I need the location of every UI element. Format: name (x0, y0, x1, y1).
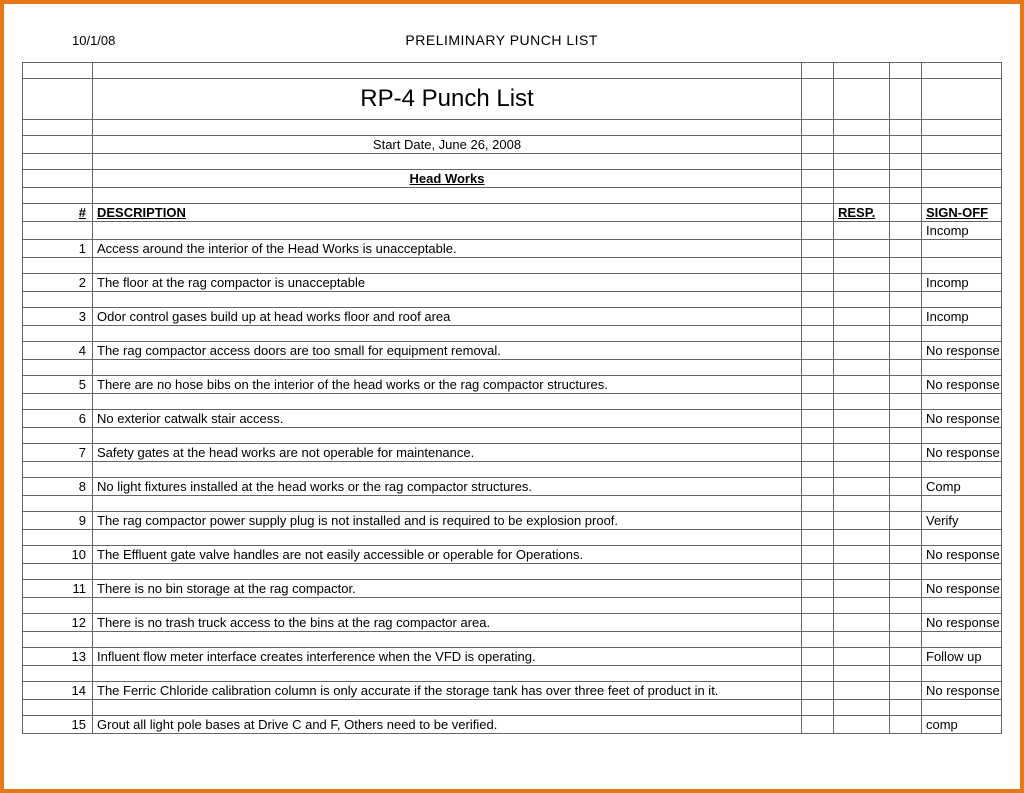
item-number: 14 (23, 682, 93, 700)
item-resp (834, 648, 890, 666)
signoff-status: No response (922, 342, 1002, 360)
item-number: 2 (23, 274, 93, 292)
item-resp (834, 614, 890, 632)
item-number: 1 (23, 240, 93, 258)
item-resp (834, 682, 890, 700)
signoff-status: No response (922, 410, 1002, 428)
signoff-status: No response (922, 580, 1002, 598)
signoff-status: Incomp (922, 274, 1002, 292)
item-resp (834, 274, 890, 292)
item-description: The Effluent gate valve handles are not … (93, 546, 802, 564)
start-date: Start Date, June 26, 2008 (93, 136, 802, 154)
section-heading: Head Works (93, 170, 802, 188)
punch-list-table: RP-4 Punch List Start Date, June 26, 2008… (22, 62, 1002, 734)
signoff-status: comp (922, 716, 1002, 734)
item-description: Access around the interior of the Head W… (93, 240, 802, 258)
col-resp-header: RESP. (834, 204, 890, 222)
col-num-header: # (23, 204, 93, 222)
item-description: Safety gates at the head works are not o… (93, 444, 802, 462)
item-description: Influent flow meter interface creates in… (93, 648, 802, 666)
item-description: The rag compactor access doors are too s… (93, 342, 802, 360)
signoff-status: Incomp (922, 222, 1002, 240)
item-number: 15 (23, 716, 93, 734)
col-desc-header: DESCRIPTION (93, 204, 802, 222)
item-number: 10 (23, 546, 93, 564)
page-frame: 10/1/08 PRELIMINARY PUNCH LIST RP-4 Punc… (0, 0, 1024, 793)
signoff-status (922, 240, 1002, 258)
item-resp (834, 308, 890, 326)
item-resp (834, 546, 890, 564)
item-resp (834, 410, 890, 428)
signoff-status: No response (922, 546, 1002, 564)
item-description: The Ferric Chloride calibration column i… (93, 682, 802, 700)
signoff-status: No response (922, 682, 1002, 700)
item-resp (834, 342, 890, 360)
print-header: 10/1/08 PRELIMINARY PUNCH LIST (22, 32, 1002, 48)
signoff-status: No response (922, 376, 1002, 394)
item-number: 11 (23, 580, 93, 598)
col-sign-header: SIGN-OFF (922, 204, 1002, 222)
print-title: PRELIMINARY PUNCH LIST (115, 32, 988, 48)
item-number: 7 (23, 444, 93, 462)
item-description: Odor control gases build up at head work… (93, 308, 802, 326)
item-resp (834, 580, 890, 598)
item-description: No exterior catwalk stair access. (93, 410, 802, 428)
item-resp (834, 376, 890, 394)
signoff-status: No response (922, 444, 1002, 462)
item-number: 6 (23, 410, 93, 428)
item-resp (834, 444, 890, 462)
item-description: The rag compactor power supply plug is n… (93, 512, 802, 530)
signoff-status: Incomp (922, 308, 1002, 326)
item-resp (834, 240, 890, 258)
item-description: There are no hose bibs on the interior o… (93, 376, 802, 394)
item-number: 9 (23, 512, 93, 530)
item-number: 3 (23, 308, 93, 326)
item-description: There is no bin storage at the rag compa… (93, 580, 802, 598)
item-description: There is no trash truck access to the bi… (93, 614, 802, 632)
item-number: 8 (23, 478, 93, 496)
doc-title: RP-4 Punch List (93, 79, 802, 120)
item-description: No light fixtures installed at the head … (93, 478, 802, 496)
signoff-status: Verify (922, 512, 1002, 530)
signoff-status: No response (922, 614, 1002, 632)
print-date: 10/1/08 (72, 33, 115, 48)
item-resp (834, 512, 890, 530)
signoff-status: Follow up (922, 648, 1002, 666)
item-number: 4 (23, 342, 93, 360)
item-number: 5 (23, 376, 93, 394)
item-resp (834, 478, 890, 496)
item-number: 12 (23, 614, 93, 632)
signoff-status: Comp (922, 478, 1002, 496)
item-number: 13 (23, 648, 93, 666)
item-resp (834, 716, 890, 734)
item-description: The floor at the rag compactor is unacce… (93, 274, 802, 292)
item-description: Grout all light pole bases at Drive C an… (93, 716, 802, 734)
